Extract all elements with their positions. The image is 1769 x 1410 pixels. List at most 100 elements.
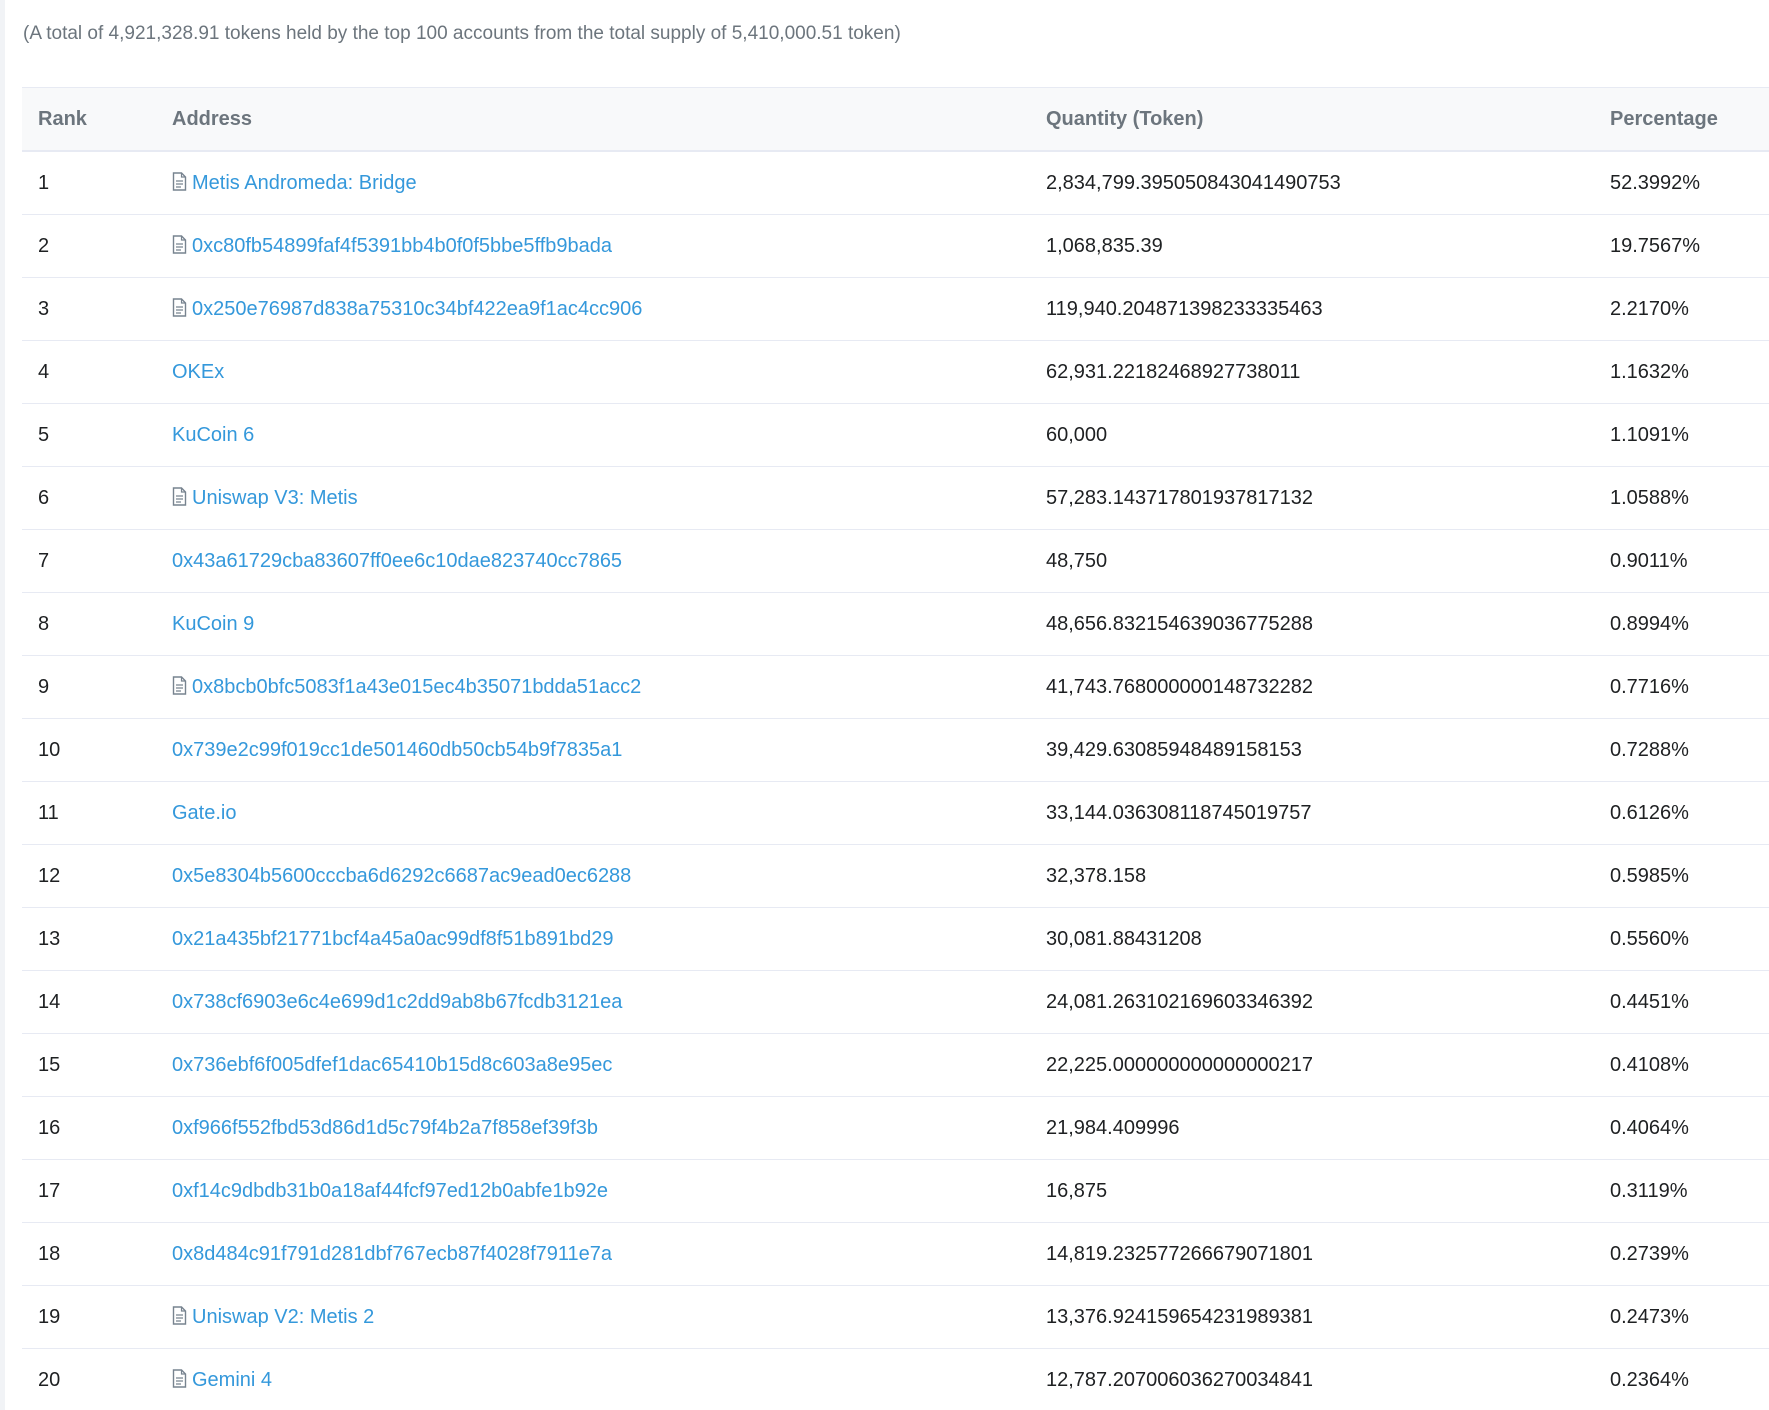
address-link[interactable]: Gemini 4 [192,1369,272,1391]
table-row: 2 0xc80fb54899faf4f5391bb4b0f0f5bbe5ffb9b… [22,214,1769,278]
header-percentage: Percentage [1610,107,1718,130]
holders-table: Rank Address Quantity (Token) Percentage… [22,87,1769,1410]
address-link[interactable]: 0x8d484c91f791d281dbf767ecb87f4028f7911e… [172,1243,612,1265]
percentage-cell: 52.3992% [1594,151,1769,215]
file-text-icon [172,234,187,254]
address-link[interactable]: 0x8bcb0bfc5083f1a43e015ec4b35071bdda51ac… [192,676,641,698]
address-link[interactable]: Gate.io [172,802,236,824]
address-cell: 0x8d484c91f791d281dbf767ecb87f4028f7911e… [156,1222,1030,1286]
percentage-cell: 1.0588% [1594,466,1769,530]
rank-cell: 10 [22,718,156,782]
address-link[interactable]: 0xf14c9dbdb31b0a18af44fcf97ed12b0abfe1b9… [172,1180,608,1202]
header-quantity: Quantity (Token) [1046,107,1204,130]
token-holders-page: (A total of 4,921,328.91 tokens held by … [0,0,1769,1410]
table-row: 12 0x5e8304b5600cccba6d6292c6687ac9ead0ec… [22,844,1769,908]
rank-cell: 9 [22,655,156,719]
address-cell: 0x736ebf6f005dfef1dac65410b15d8c603a8e95… [156,1033,1030,1097]
percentage-cell: 0.5560% [1594,907,1769,971]
rank-cell: 19 [22,1285,156,1349]
percentage-cell: 2.2170% [1594,277,1769,341]
percentage-cell: 0.5985% [1594,844,1769,908]
table-row: 19 Uniswap V2: Metis 2 13,376.924159654231… [22,1285,1769,1349]
address-cell: Uniswap V3: Metis [156,466,1030,530]
address-cell: 0xf14c9dbdb31b0a18af44fcf97ed12b0abfe1b9… [156,1159,1030,1223]
rank-cell: 12 [22,844,156,908]
quantity-cell: 119,940.204871398233335463 [1030,277,1594,341]
file-text-icon [172,297,187,317]
address-link[interactable]: 0x738cf6903e6c4e699d1c2dd9ab8b67fcdb3121… [172,991,622,1013]
table-row: 4 OKEx 62,931.22182468927738011 1.1632% [22,340,1769,404]
quantity-cell: 1,068,835.39 [1030,214,1594,278]
percentage-cell: 0.4064% [1594,1096,1769,1160]
quantity-cell: 48,750 [1030,529,1594,593]
quantity-cell: 22,225.000000000000000217 [1030,1033,1594,1097]
percentage-cell: 0.2473% [1594,1285,1769,1349]
percentage-cell: 0.2364% [1594,1348,1769,1410]
address-cell: KuCoin 6 [156,403,1030,467]
address-cell: 0x8bcb0bfc5083f1a43e015ec4b35071bdda51ac… [156,655,1030,719]
percentage-cell: 0.9011% [1594,529,1769,593]
address-link[interactable]: 0x736ebf6f005dfef1dac65410b15d8c603a8e95… [172,1054,612,1076]
quantity-cell: 12,787.207006036270034841 [1030,1348,1594,1410]
table-row: 9 0x8bcb0bfc5083f1a43e015ec4b35071bdda51a… [22,655,1769,719]
address-cell: 0xc80fb54899faf4f5391bb4b0f0f5bbe5ffb9ba… [156,214,1030,278]
rank-cell: 6 [22,466,156,530]
address-cell: 0x43a61729cba83607ff0ee6c10dae823740cc78… [156,529,1030,593]
quantity-cell: 2,834,799.395050843041490753 [1030,151,1594,215]
file-text-icon [172,171,187,191]
quantity-cell: 39,429.63085948489158153 [1030,718,1594,782]
quantity-cell: 13,376.924159654231989381 [1030,1285,1594,1349]
table-row: 20 Gemini 4 12,787.207006036270034841 0.236… [22,1348,1769,1410]
address-link[interactable]: 0x5e8304b5600cccba6d6292c6687ac9ead0ec62… [172,865,631,887]
address-cell: KuCoin 9 [156,592,1030,656]
percentage-cell: 0.3119% [1594,1159,1769,1223]
table-row: 3 0x250e76987d838a75310c34bf422ea9f1ac4cc… [22,277,1769,341]
rank-cell: 4 [22,340,156,404]
quantity-cell: 30,081.88431208 [1030,907,1594,971]
address-cell: Uniswap V2: Metis 2 [156,1285,1030,1349]
rank-cell: 1 [22,151,156,215]
quantity-cell: 14,819.232577266679071801 [1030,1222,1594,1286]
address-link[interactable]: Uniswap V2: Metis 2 [192,1306,374,1328]
quantity-cell: 16,875 [1030,1159,1594,1223]
rank-cell: 11 [22,781,156,845]
address-link[interactable]: Metis Andromeda: Bridge [192,172,417,194]
address-cell: Metis Andromeda: Bridge [156,151,1030,215]
rank-cell: 3 [22,277,156,341]
rank-cell: 14 [22,970,156,1034]
address-cell: OKEx [156,340,1030,404]
file-text-icon [172,486,187,506]
address-link[interactable]: 0xc80fb54899faf4f5391bb4b0f0f5bbe5ffb9ba… [192,235,612,257]
header-address: Address [172,107,253,130]
percentage-cell: 0.2739% [1594,1222,1769,1286]
address-link[interactable]: 0x21a435bf21771bcf4a45a0ac99df8f51b891bd… [172,928,614,950]
quantity-cell: 33,144.036308118745019757 [1030,781,1594,845]
table-row: 8 KuCoin 9 48,656.832154639036775288 0.8994… [22,592,1769,656]
address-link[interactable]: KuCoin 6 [172,424,254,446]
address-link[interactable]: 0xf966f552fbd53d86d1d5c79f4b2a7f858ef39f… [172,1117,598,1139]
rank-cell: 15 [22,1033,156,1097]
table-row: 11 Gate.io 33,144.036308118745019757 0.6126… [22,781,1769,845]
address-link[interactable]: KuCoin 9 [172,613,254,635]
address-cell: 0x738cf6903e6c4e699d1c2dd9ab8b67fcdb3121… [156,970,1030,1034]
percentage-cell: 1.1632% [1594,340,1769,404]
table-row: 17 0xf14c9dbdb31b0a18af44fcf97ed12b0abfe1… [22,1159,1769,1223]
percentage-cell: 0.4108% [1594,1033,1769,1097]
address-cell: 0x250e76987d838a75310c34bf422ea9f1ac4cc9… [156,277,1030,341]
address-link[interactable]: OKEx [172,361,224,383]
address-link[interactable]: Uniswap V3: Metis [192,487,358,509]
file-text-icon [172,675,187,695]
percentage-cell: 1.1091% [1594,403,1769,467]
file-text-icon [172,1305,187,1325]
table-row: 10 0x739e2c99f019cc1de501460db50cb54b9f78… [22,718,1769,782]
quantity-cell: 32,378.158 [1030,844,1594,908]
address-cell: 0xf966f552fbd53d86d1d5c79f4b2a7f858ef39f… [156,1096,1030,1160]
address-link[interactable]: 0x739e2c99f019cc1de501460db50cb54b9f7835… [172,739,622,761]
address-link[interactable]: 0x43a61729cba83607ff0ee6c10dae823740cc78… [172,550,622,572]
address-link[interactable]: 0x250e76987d838a75310c34bf422ea9f1ac4cc9… [192,298,642,320]
table-row: 6 Uniswap V3: Metis 57,283.143717801937817… [22,466,1769,530]
address-cell: 0x21a435bf21771bcf4a45a0ac99df8f51b891bd… [156,907,1030,971]
address-cell: Gate.io [156,781,1030,845]
percentage-cell: 0.8994% [1594,592,1769,656]
rank-cell: 2 [22,214,156,278]
